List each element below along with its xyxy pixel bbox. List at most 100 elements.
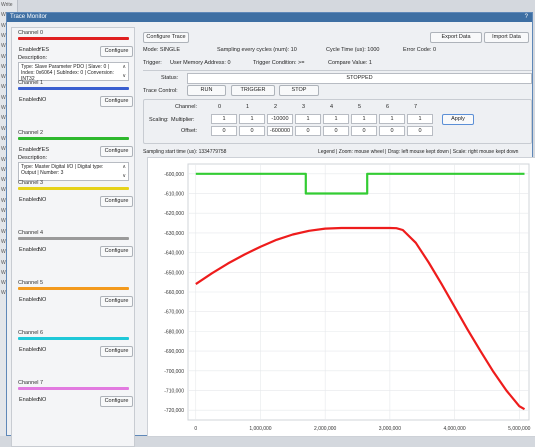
enabled-value: NO <box>38 97 47 103</box>
trigger-button[interactable]: TRIGGER <box>231 85 275 96</box>
run-button[interactable]: RUN <box>187 85 226 96</box>
scaling-channel-header: 0 <box>218 104 222 110</box>
configure-button[interactable]: Configure <box>100 196 133 207</box>
y-tick-label: -620,000 <box>164 211 184 217</box>
y-tick-label: -600,000 <box>164 172 184 178</box>
channel-name: Channel 3 <box>18 180 44 186</box>
multiplier-input[interactable]: 1 <box>295 114 321 124</box>
y-tick-label: -660,000 <box>164 290 184 296</box>
channel-2: Channel 2 Enabled: YES Configure Description… <box>18 130 133 181</box>
apply-button[interactable]: Apply <box>442 114 474 125</box>
configure-button[interactable]: Configure <box>100 146 133 157</box>
multiplier-input[interactable]: 1 <box>323 114 349 124</box>
configure-button[interactable]: Configure <box>100 246 133 257</box>
multiplier-input[interactable]: 1 <box>407 114 433 124</box>
export-data-button[interactable]: Export Data <box>430 32 482 43</box>
channel-name: Channel 1 <box>18 80 44 86</box>
multiplier-input[interactable]: 1 <box>211 114 237 124</box>
multiplier-input[interactable]: -10000 <box>267 114 293 124</box>
channel-name: Channel 4 <box>18 230 44 236</box>
scaling-channel-header: 2 <box>274 104 278 110</box>
help-button[interactable]: ? <box>525 13 528 22</box>
import-data-button[interactable]: Import Data <box>484 32 529 43</box>
chevron-up-icon[interactable]: ∧ <box>122 164 126 170</box>
offset-input[interactable]: 0 <box>239 126 265 136</box>
multiplier-label: Multiplier: <box>171 117 195 123</box>
background-list-item: Write <box>1 2 13 8</box>
chart-svg[interactable]: -600,000 -610,000 -620,000 -630,000 -640,000… <box>148 158 535 436</box>
configure-button[interactable]: Configure <box>100 96 133 107</box>
chevron-down-icon[interactable]: ∨ <box>122 173 126 179</box>
channel-name: Channel 7 <box>18 380 44 386</box>
channel-name: Channel 0 <box>18 30 44 36</box>
y-tick-label: -650,000 <box>164 270 184 276</box>
compare-value-text: Compare Value: 1 <box>328 60 372 66</box>
enabled-value: NO <box>38 297 47 303</box>
multiplier-input[interactable]: 1 <box>379 114 405 124</box>
description-text: Type: Slave Parameter PDO | Slave: 0 | I… <box>21 64 114 81</box>
y-tick-label: -610,000 <box>164 192 184 198</box>
sampling-text: Sampling every cycles (num): 10 <box>217 47 297 53</box>
scaling-channel-header: 7 <box>414 104 418 110</box>
channel-color-bar <box>18 187 129 190</box>
offset-input[interactable]: 0 <box>295 126 321 136</box>
trigger-label: Trigger: <box>143 60 162 66</box>
stop-button[interactable]: STOP <box>279 85 319 96</box>
offset-input[interactable]: 0 <box>379 126 405 136</box>
configure-button[interactable]: Configure <box>100 296 133 307</box>
offset-input[interactable]: 0 <box>407 126 433 136</box>
error-code-text: Error Code: 0 <box>403 47 437 53</box>
y-tick-label: -700,000 <box>164 369 184 375</box>
channel-6: Channel 6 Enabled: NO Configure <box>18 330 133 378</box>
channel-7: Channel 7 Enabled: NO Configure <box>18 380 133 428</box>
x-tick-label: 3,000,000 <box>379 426 401 432</box>
channel-panel: Channel 0 Enabled: YES Configure Description… <box>11 27 135 447</box>
scaling-channel-header: 1 <box>246 104 250 110</box>
y-tick-label: -630,000 <box>164 231 184 237</box>
offset-input[interactable]: 0 <box>351 126 377 136</box>
offset-input[interactable]: 0 <box>211 126 237 136</box>
offset-input[interactable]: -600000 <box>267 126 293 136</box>
description-box[interactable]: Type: Master Digital I/O | Digital type:… <box>18 162 129 181</box>
description-label: Description: <box>18 155 48 161</box>
x-tick-label: 2,000,000 <box>314 426 336 432</box>
description-label: Description: <box>18 55 48 61</box>
channel-color-bar <box>18 37 129 40</box>
scaling-channel-header: 4 <box>330 104 334 110</box>
x-tick-label: 4,000,000 <box>443 426 465 432</box>
chevron-down-icon[interactable]: ∨ <box>122 73 126 79</box>
enabled-value: NO <box>38 397 47 403</box>
multiplier-input[interactable]: 1 <box>239 114 265 124</box>
title-bar: Trace Monitor ? <box>7 13 532 22</box>
configure-button[interactable]: Configure <box>100 46 133 57</box>
channel-color-bar <box>18 337 129 340</box>
x-tick-label: 0 <box>194 426 197 432</box>
channel-color-bar <box>18 387 129 390</box>
chart-legend-hint: Legend | Zoom: mouse wheel | Drag: left … <box>318 149 519 155</box>
trace-chart[interactable]: -600,000 -610,000 -620,000 -630,000 -640,000… <box>147 157 535 437</box>
offset-input[interactable]: 0 <box>323 126 349 136</box>
description-box[interactable]: Type: Slave Parameter PDO | Slave: 0 | I… <box>18 62 129 81</box>
trigger-condition-text: Trigger Condition: >= <box>253 60 305 66</box>
cycle-time-text: Cycle Time (us): 1000 <box>326 47 380 53</box>
channel-1: Channel 1 Enabled: NO Configure <box>18 80 133 128</box>
trace-control-label: Trace Control: <box>143 88 178 94</box>
x-tick-label: 1,000,000 <box>249 426 271 432</box>
divider <box>143 70 532 71</box>
configure-button[interactable]: Configure <box>100 346 133 357</box>
y-tick-label: -720,000 <box>164 408 184 414</box>
enabled-value: YES <box>38 147 50 153</box>
channel-3: Channel 3 Enabled: NO Configure <box>18 180 133 228</box>
configure-button[interactable]: Configure <box>100 396 133 407</box>
channel-5: Channel 5 Enabled: NO Configure <box>18 280 133 328</box>
scaling-channel-header: 6 <box>386 104 390 110</box>
multiplier-input[interactable]: 1 <box>351 114 377 124</box>
scaling-label: Scaling: <box>149 117 169 123</box>
enabled-value: NO <box>38 197 47 203</box>
user-memory-text: User Memory Address: 0 <box>170 60 231 66</box>
configure-trace-button[interactable]: Configure Trace <box>143 32 189 43</box>
x-tick-label: 5,000,000 <box>508 426 530 432</box>
trace-monitor-window: Trace Monitor ? Channel 0 Enabled: YES Conf… <box>6 12 535 447</box>
chevron-up-icon[interactable]: ∧ <box>122 64 126 70</box>
description-text: Type: Master Digital I/O | Digital type:… <box>21 164 104 176</box>
